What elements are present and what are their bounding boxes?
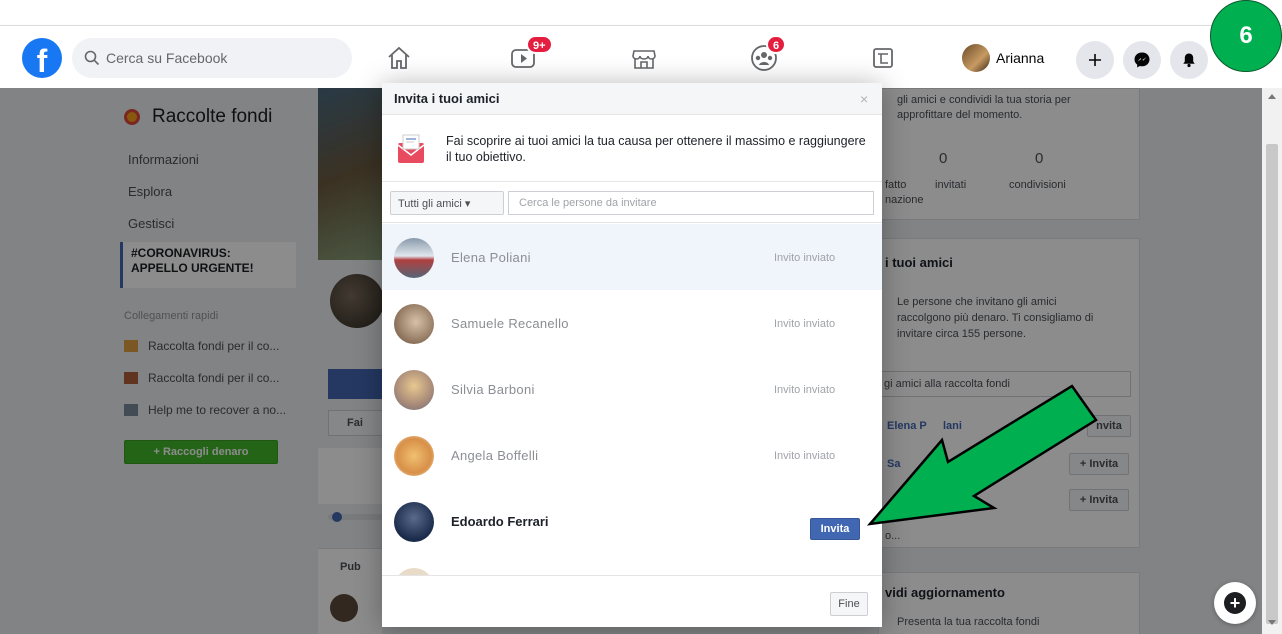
friend-row[interactable]: Edoardo Ferrari Invita bbox=[382, 488, 882, 554]
friend-row[interactable]: Silvia Barboni Invito inviato bbox=[382, 356, 882, 422]
profile-name: Arianna bbox=[996, 50, 1045, 66]
friend-invite-status: Invito inviato bbox=[774, 450, 836, 462]
watch-badge: 9+ bbox=[526, 35, 553, 54]
gaming-icon[interactable] bbox=[865, 40, 901, 76]
close-icon[interactable]: × bbox=[860, 91, 868, 107]
friend-invite-status: Invito inviato bbox=[774, 252, 836, 264]
scroll-up-icon[interactable] bbox=[1268, 94, 1276, 99]
notifications-button[interactable] bbox=[1170, 41, 1208, 79]
profile-avatar bbox=[962, 44, 990, 72]
create-button[interactable] bbox=[1076, 41, 1114, 79]
dialog-filter-row: Tutti gli amici ▾ bbox=[382, 181, 882, 223]
friend-avatar bbox=[394, 436, 434, 476]
friend-avatar bbox=[394, 304, 434, 344]
scrollbar-thumb[interactable] bbox=[1266, 144, 1278, 624]
friend-name: Edoardo Ferrari bbox=[451, 514, 549, 529]
friend-list[interactable]: Elena Poliani Invito inviato Samuele Rec… bbox=[382, 224, 882, 575]
invite-search-input[interactable] bbox=[508, 191, 874, 215]
dialog-header: Invita i tuoi amici × bbox=[382, 83, 882, 115]
messenger-icon bbox=[1134, 52, 1150, 68]
friend-name: Angela Boffelli bbox=[451, 448, 539, 463]
friend-avatar bbox=[394, 502, 434, 542]
done-button[interactable]: Fine bbox=[830, 592, 868, 616]
bell-icon bbox=[1183, 53, 1195, 68]
dialog-info-text: Fai scoprire ai tuoi amici la tua causa … bbox=[446, 134, 866, 164]
messenger-button[interactable] bbox=[1123, 41, 1161, 79]
search-icon bbox=[84, 50, 100, 66]
invite-friend-button[interactable]: Invita bbox=[810, 518, 860, 540]
dialog-title: Invita i tuoi amici bbox=[394, 91, 500, 106]
plus-icon: + bbox=[1224, 592, 1246, 614]
top-navbar: f 9+ 6 Arianna bbox=[0, 25, 1282, 88]
friend-avatar bbox=[394, 238, 434, 278]
invite-friends-dialog: Invita i tuoi amici × Fai scoprire ai tu… bbox=[382, 83, 882, 627]
home-icon[interactable] bbox=[381, 40, 417, 76]
friend-invite-status: Invito inviato bbox=[774, 384, 836, 396]
step-number-annotation: 6 bbox=[1210, 0, 1282, 72]
annotation-arrow-icon bbox=[866, 384, 1098, 526]
plus-icon bbox=[1089, 54, 1101, 66]
friends-filter-dropdown[interactable]: Tutti gli amici ▾ bbox=[390, 191, 504, 215]
friend-name: Silvia Barboni bbox=[451, 382, 535, 397]
page-scrollbar[interactable] bbox=[1262, 88, 1282, 634]
marketplace-icon[interactable] bbox=[626, 40, 662, 76]
profile-link[interactable]: Arianna bbox=[962, 40, 1044, 76]
friend-row[interactable]: Angela Boffelli Invito inviato bbox=[382, 422, 882, 488]
dialog-footer: Fine bbox=[382, 575, 882, 627]
friend-row[interactable]: Elena Poliani Invito inviato bbox=[382, 224, 882, 290]
friend-name: Elena Poliani bbox=[451, 250, 531, 265]
groups-badge: 6 bbox=[766, 35, 787, 54]
scroll-down-icon[interactable] bbox=[1268, 620, 1276, 625]
envelope-icon bbox=[397, 134, 425, 163]
friend-row[interactable] bbox=[382, 554, 882, 575]
friend-avatar bbox=[394, 370, 434, 410]
friend-invite-status: Invito inviato bbox=[774, 318, 836, 330]
facebook-logo[interactable]: f bbox=[22, 38, 62, 78]
friend-avatar bbox=[394, 568, 434, 575]
search-box[interactable] bbox=[72, 38, 352, 78]
search-input[interactable] bbox=[106, 48, 336, 68]
top-strip bbox=[0, 0, 1282, 25]
dialog-info: Fai scoprire ai tuoi amici la tua causa … bbox=[382, 115, 882, 181]
friend-row[interactable]: Samuele Recanello Invito inviato bbox=[382, 290, 882, 356]
friend-name: Samuele Recanello bbox=[451, 316, 569, 331]
new-message-button[interactable]: + bbox=[1214, 582, 1256, 624]
